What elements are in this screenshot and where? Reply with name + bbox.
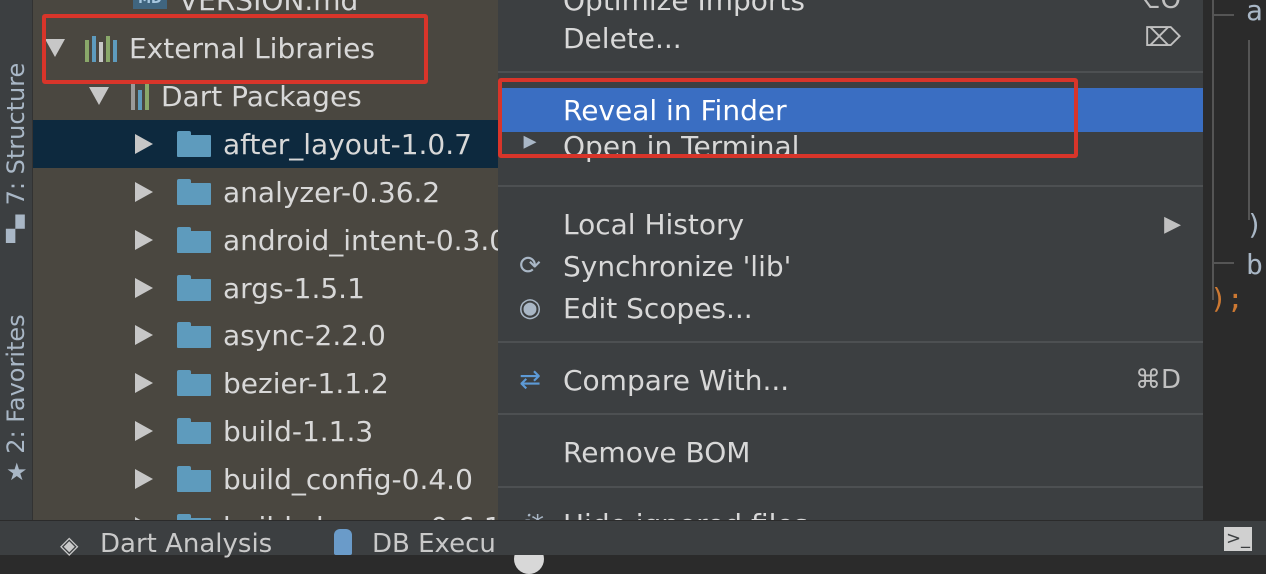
chevron-down-icon[interactable] <box>45 39 65 57</box>
database-icon <box>334 529 352 555</box>
code-line: a <box>1246 0 1263 27</box>
indent-guide <box>1212 0 1214 300</box>
folder-icon <box>177 131 211 157</box>
tree-item-package[interactable]: async-2.2.0 <box>33 311 498 359</box>
menu-separator <box>498 413 1203 415</box>
menu-item-reveal-in-finder[interactable]: Reveal in Finder <box>498 88 1203 132</box>
folder-icon <box>177 370 211 396</box>
menu-item-label: Remove BOM <box>563 435 751 469</box>
menu-item-label: Local History <box>563 207 745 241</box>
menu-item-remove-bom[interactable]: Remove BOM <box>498 430 1203 474</box>
menu-item-label: Reveal in Finder <box>563 93 787 127</box>
chevron-right-icon[interactable] <box>135 134 153 154</box>
menu-item-compare-with[interactable]: ⇄ Compare With... ⌘D <box>498 358 1203 402</box>
menu-item-label: Edit Scopes... <box>563 291 753 325</box>
tree-item-label: args-1.5.1 <box>223 271 365 305</box>
code-line: b <box>1246 248 1263 281</box>
menu-item-label: Compare With... <box>563 363 790 397</box>
folder-icon <box>177 418 211 444</box>
menu-item-shortcut: ⌘D <box>1134 365 1181 395</box>
menu-separator <box>498 185 1203 187</box>
menu-item-local-history[interactable]: Local History ▶ <box>498 202 1203 246</box>
favorites-tool-tab[interactable]: 2: Favorites <box>2 314 30 453</box>
tree-item-package[interactable]: build-1.1.3 <box>33 407 498 455</box>
folder-icon <box>177 322 211 348</box>
compare-icon: ⇄ <box>519 365 541 395</box>
tree-item-label: build_config-0.4.0 <box>223 462 473 496</box>
folder-icon <box>177 466 211 492</box>
tree-item-label: android_intent-0.3.0 <box>223 223 498 257</box>
tree-item-package[interactable]: after_layout-1.0.7 <box>33 120 498 168</box>
menu-item-label: Optimize Imports <box>563 0 805 17</box>
menu-item-open-in-terminal[interactable]: ▸ Open in Terminal <box>498 132 1203 172</box>
bottom-tool-bar: ◈ Dart Analysis DB Execution >_ <box>0 520 1266 559</box>
tree-item-version-md[interactable]: MD VERSION.md <box>33 0 498 24</box>
structure-tool-tab[interactable]: 7: Structure <box>2 63 30 206</box>
scope-icon: ◉ <box>518 293 542 323</box>
chevron-right-icon[interactable] <box>135 421 153 441</box>
structure-icon: ▞ <box>6 215 25 243</box>
chevron-right-icon[interactable] <box>135 469 153 489</box>
chevron-right-icon[interactable] <box>135 373 153 393</box>
tree-item-label: async-2.2.0 <box>223 318 386 352</box>
chevron-right-icon[interactable] <box>135 182 153 202</box>
code-line: ) <box>1246 208 1263 241</box>
tree-item-label: after_layout-1.0.7 <box>223 127 472 161</box>
chevron-right-icon[interactable] <box>135 325 153 345</box>
tree-item-dart-packages[interactable]: Dart Packages <box>33 72 498 120</box>
menu-item-shortcut: ^⌥O <box>1108 0 1181 15</box>
chevron-right-icon[interactable] <box>135 230 153 250</box>
menu-item-label: Delete... <box>563 21 682 55</box>
markdown-file-icon: MD <box>133 0 167 9</box>
chevron-down-icon[interactable] <box>89 87 109 105</box>
tree-item-label: build-1.1.3 <box>223 414 374 448</box>
tree-item-package[interactable]: analyzer-0.36.2 <box>33 168 498 216</box>
tree-item-label: Dart Packages <box>161 79 362 113</box>
folder-icon <box>177 227 211 253</box>
tree-item-label: analyzer-0.36.2 <box>223 175 441 209</box>
menu-item-label: Open in Terminal <box>563 132 800 163</box>
menu-item-synchronize[interactable]: ⟳ Synchronize 'lib' <box>498 244 1203 288</box>
tree-item-external-libraries[interactable]: External Libraries <box>33 24 498 72</box>
menu-separator <box>498 71 1203 73</box>
code-line: ); <box>1210 282 1244 315</box>
tree-item-package[interactable]: android_intent-0.3.0 <box>33 216 498 264</box>
menu-item-label: Synchronize 'lib' <box>563 249 792 283</box>
sync-icon: ⟳ <box>519 251 541 281</box>
left-tool-strip: 7: Structure ▞ 2: Favorites ★ <box>0 0 33 520</box>
tree-item-label: bezier-1.1.2 <box>223 366 389 400</box>
delete-key-icon: ⌦ <box>1144 23 1181 53</box>
tree-item-package[interactable]: build_config-0.4.0 <box>33 455 498 503</box>
db-execution-tab[interactable]: DB Execution <box>372 529 496 559</box>
library-icon <box>131 82 149 110</box>
folder-icon <box>177 179 211 205</box>
tree-item-label: External Libraries <box>129 31 375 65</box>
library-icon <box>85 34 117 62</box>
tree-item-label: build_daemon-0.6.1 <box>223 511 498 521</box>
tree-item-package[interactable]: build_daemon-0.6.1 <box>33 503 498 520</box>
folder-icon <box>177 275 211 301</box>
indent-guide <box>1248 40 1250 220</box>
tree-item-package[interactable]: bezier-1.1.2 <box>33 359 498 407</box>
menu-separator <box>498 486 1203 488</box>
tree-item-label: VERSION.md <box>179 0 359 17</box>
project-tree: MD VERSION.md External Libraries Dart Pa… <box>33 0 498 520</box>
menu-item-delete[interactable]: Delete... ⌦ <box>498 16 1203 60</box>
indent-guide <box>1212 14 1234 16</box>
chevron-right-icon[interactable] <box>135 278 153 298</box>
indent-guide <box>1212 262 1234 264</box>
star-icon: ★ <box>6 458 28 486</box>
menu-separator <box>498 341 1203 343</box>
dart-analysis-tab[interactable]: Dart Analysis <box>100 529 272 559</box>
terminal-icon[interactable]: >_ <box>1224 527 1252 551</box>
dart-analysis-icon: ◈ <box>60 531 79 559</box>
tree-item-package[interactable]: args-1.5.1 <box>33 264 498 312</box>
menu-item-edit-scopes[interactable]: ◉ Edit Scopes... <box>498 286 1203 330</box>
submenu-arrow-icon: ▶ <box>1164 211 1181 237</box>
terminal-icon: ▸ <box>523 132 537 156</box>
context-menu: Optimize Imports ^⌥O Delete... ⌦ Reveal … <box>498 0 1203 574</box>
code-editor[interactable]: a ) b ); <box>1204 0 1266 520</box>
